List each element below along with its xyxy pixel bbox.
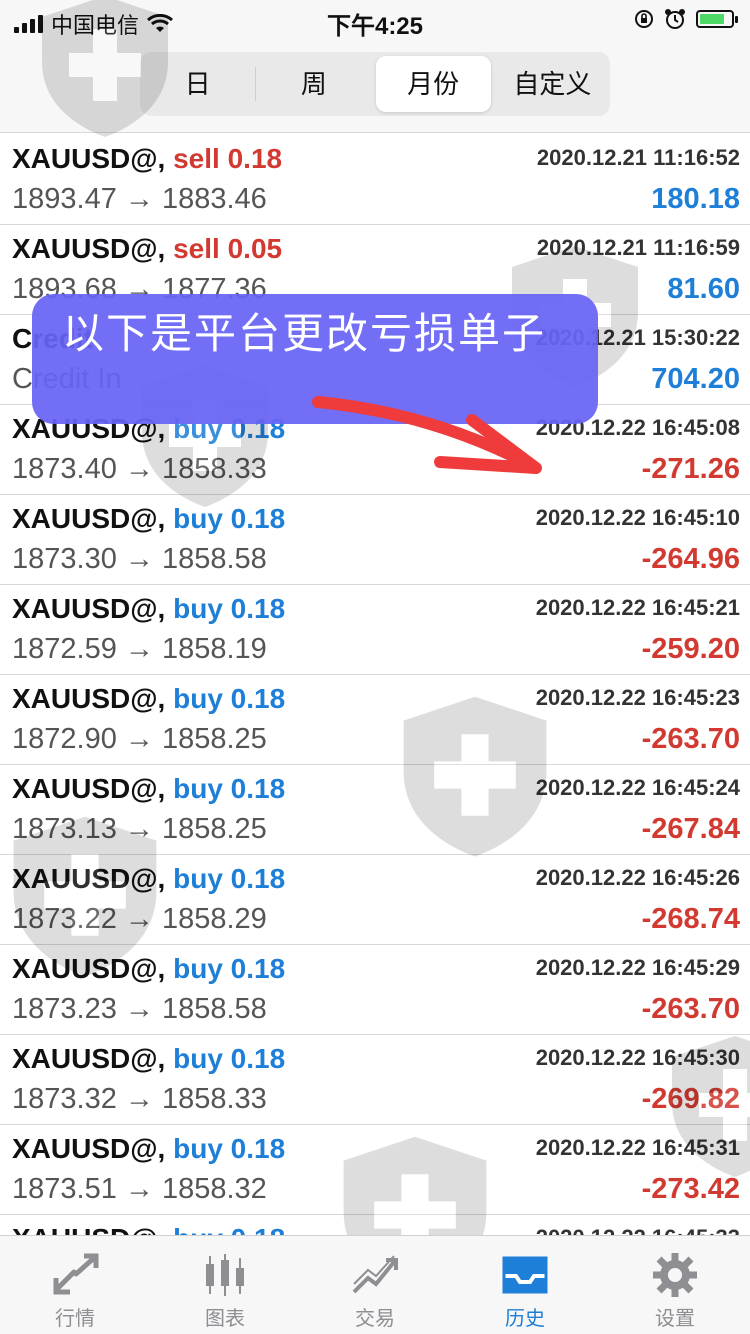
quotes-icon bbox=[53, 1253, 99, 1295]
trade-side: buy 0.18 bbox=[173, 773, 286, 804]
trade-symbol-line: XAUUSD@, sell 0.18 bbox=[12, 143, 283, 174]
trade-prices: 1872.59 → 1858.19 bbox=[12, 633, 267, 665]
battery-icon bbox=[696, 10, 738, 28]
trade-profit: -259.20 bbox=[641, 633, 740, 665]
tab-trade[interactable]: 交易 bbox=[300, 1236, 450, 1334]
trade-symbol-line: XAUUSD@, buy 0.18 bbox=[12, 1133, 286, 1164]
trade-symbol-line: XAUUSD@, buy 0.18 bbox=[12, 593, 286, 624]
segment-week[interactable]: 周 bbox=[256, 56, 371, 112]
trade-symbol-line: XAUUSD@, buy 0.18 bbox=[12, 683, 286, 714]
trade-profit: 180.18 bbox=[651, 183, 740, 215]
tab-charts[interactable]: 图表 bbox=[150, 1236, 300, 1334]
annotation-text: 以下是平台更改亏损单子 bbox=[62, 310, 547, 357]
trade-side: buy 0.18 bbox=[173, 593, 286, 624]
trade-profit: 81.60 bbox=[667, 273, 740, 305]
trade-symbol-line: XAUUSD@, sell 0.05 bbox=[12, 233, 283, 264]
trade-symbol-line: XAUUSD@, buy 0.18 bbox=[12, 1043, 286, 1074]
tab-label: 行情 bbox=[55, 1308, 95, 1330]
trade-side: buy 0.18 bbox=[173, 1133, 286, 1164]
trade-side: buy 0.18 bbox=[173, 863, 286, 894]
table-row[interactable]: XAUUSD@, buy 0.18 2020.12.22 16:45:21 18… bbox=[0, 585, 750, 675]
trade-prices: 1873.30 → 1858.58 bbox=[12, 543, 267, 575]
alarm-icon bbox=[665, 9, 685, 29]
tab-label: 图表 bbox=[205, 1308, 245, 1330]
bottom-tab-bar: 行情 图表 交易 历史 设置 bbox=[0, 1235, 750, 1334]
trade-side: buy 0.18 bbox=[173, 683, 286, 714]
trade-profit: 704.20 bbox=[651, 363, 740, 395]
tab-settings[interactable]: 设置 bbox=[600, 1236, 750, 1334]
watermark-shield-icon bbox=[403, 696, 547, 857]
segment-custom[interactable]: 自定义 bbox=[495, 56, 610, 112]
trade-side: sell 0.05 bbox=[173, 233, 283, 264]
tab-quotes[interactable]: 行情 bbox=[0, 1236, 150, 1334]
trade-side: sell 0.18 bbox=[173, 143, 283, 174]
trade-prices: 1873.32 → 1858.33 bbox=[12, 1083, 267, 1115]
segment-month[interactable]: 月份 bbox=[375, 56, 491, 112]
trade-symbol-line: XAUUSD@, buy 0.18 bbox=[12, 773, 286, 804]
settings-icon bbox=[653, 1253, 697, 1297]
trade-side: buy 0.18 bbox=[173, 953, 286, 984]
trade-profit: -271.26 bbox=[641, 453, 740, 485]
table-row[interactable]: XAUUSD@, sell 0.18 2020.12.21 11:16:52 1… bbox=[0, 135, 750, 225]
trade-time: 2020.12.22 16:45:24 bbox=[535, 775, 740, 800]
watermark-shield-icon bbox=[42, 0, 168, 137]
annotation-arrow-icon bbox=[312, 396, 542, 474]
trade-profit: -263.70 bbox=[641, 723, 740, 755]
trade-prices: 1873.23 → 1858.58 bbox=[12, 993, 267, 1025]
trade-profit: -268.74 bbox=[641, 903, 740, 935]
status-right bbox=[634, 8, 738, 30]
trade-time: 2020.12.22 16:45:10 bbox=[535, 505, 740, 530]
trade-prices: 1872.90 → 1858.25 bbox=[12, 723, 267, 755]
trade-time: 2020.12.22 16:45:26 bbox=[535, 865, 740, 890]
trade-profit: -267.84 bbox=[641, 813, 740, 845]
history-icon bbox=[502, 1256, 548, 1294]
tab-label: 历史 bbox=[505, 1308, 545, 1330]
table-row[interactable]: XAUUSD@, buy 0.18 2020.12.22 16:45:30 18… bbox=[0, 1035, 750, 1125]
watermark-shield-icon bbox=[13, 816, 157, 977]
table-row[interactable]: XAUUSD@, buy 0.18 2020.12.22 16:45:10 18… bbox=[0, 495, 750, 585]
trade-time: 2020.12.22 16:45:21 bbox=[535, 595, 740, 620]
trade-profit: -264.96 bbox=[641, 543, 740, 575]
watermark-shield-icon bbox=[672, 1036, 750, 1177]
trade-time: 2020.12.22 16:45:29 bbox=[535, 955, 740, 980]
table-row[interactable]: XAUUSD@, buy 0.18 2020.12.22 16:45:23 18… bbox=[0, 675, 750, 765]
trade-icon bbox=[352, 1255, 398, 1294]
trade-prices: 1893.47 → 1883.46 bbox=[12, 183, 267, 215]
chart-icon bbox=[206, 1254, 244, 1296]
trade-prices: 1873.51 → 1858.32 bbox=[12, 1173, 267, 1205]
trade-profit: -263.70 bbox=[641, 993, 740, 1025]
trade-side: buy 0.18 bbox=[173, 1043, 286, 1074]
period-segment-control: 日 周 月份 自定义 bbox=[140, 52, 610, 116]
trade-time: 2020.12.21 11:16:52 bbox=[536, 145, 740, 170]
tab-label: 设置 bbox=[655, 1308, 695, 1330]
tab-label: 交易 bbox=[355, 1308, 395, 1330]
trade-time: 2020.12.22 16:45:23 bbox=[535, 685, 740, 710]
tab-history[interactable]: 历史 bbox=[450, 1236, 600, 1334]
rotation-lock-icon bbox=[635, 10, 653, 28]
